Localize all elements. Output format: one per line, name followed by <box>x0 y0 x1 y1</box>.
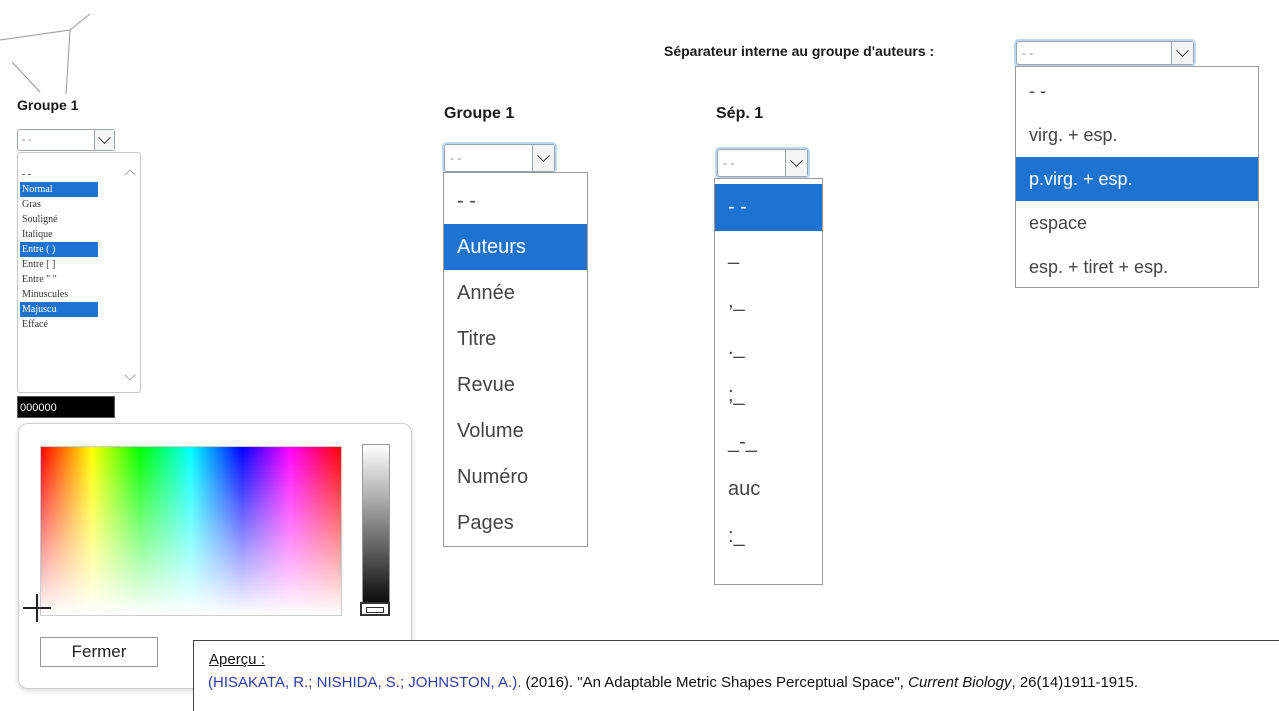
style-option[interactable]: Entre " " <box>20 272 104 287</box>
author-sep-option[interactable]: virg. + esp. <box>1016 113 1258 157</box>
style-option[interactable]: Gras <box>20 197 104 212</box>
author-sep-option[interactable]: esp. + tiret + esp. <box>1016 245 1258 289</box>
sep-option[interactable]: ;_ <box>715 372 822 419</box>
crosshair-icon[interactable] <box>23 594 51 622</box>
lightness-slider[interactable] <box>362 444 390 612</box>
author-sep-select-value: - - <box>1022 46 1034 60</box>
group-option[interactable]: Numéro <box>444 454 587 500</box>
sep-option[interactable]: - - <box>715 184 822 231</box>
close-picker-button[interactable]: Fermer <box>40 637 158 667</box>
author-sep-option[interactable]: espace <box>1016 201 1258 245</box>
group-dropdown-label: Groupe 1 <box>444 105 515 122</box>
style-option[interactable]: Majuscu <box>20 302 98 317</box>
author-sep-option[interactable]: - - <box>1016 69 1258 113</box>
group-select-value: - - <box>450 151 462 165</box>
chevron-down-icon <box>1171 42 1193 64</box>
color-spectrum[interactable] <box>40 446 342 616</box>
author-sep-options-list: - - virg. + esp. p.virg. + esp. espace esp. … <box>1015 66 1259 288</box>
group-option[interactable]: Auteurs <box>444 224 587 270</box>
group-options-list: - - Auteurs Année Titre Revue Volume Numéro Pag… <box>443 172 588 547</box>
left-group-label: Groupe 1 <box>17 97 79 113</box>
group-select[interactable]: - - <box>444 144 555 172</box>
chevron-down-icon <box>532 145 554 171</box>
sep-option[interactable]: _ <box>715 231 822 278</box>
style-option[interactable]: - - <box>20 167 104 182</box>
sep-options-list: - - _ ,_ ._ ;_ _-_ auc:_ <box>714 178 823 585</box>
sep-select-value: - - <box>723 156 735 170</box>
preview-volume-pages: , 26(14)1911-1915. <box>1011 674 1138 691</box>
style-option[interactable]: Italique <box>20 227 104 242</box>
chevron-down-icon <box>785 150 807 176</box>
author-sep-select[interactable]: - - <box>1016 41 1194 65</box>
corner-decoration <box>0 13 91 95</box>
group-option[interactable]: - - <box>444 178 587 224</box>
style-option[interactable]: Entre [ ] <box>20 257 104 272</box>
preview-title: Aperçu : <box>209 651 265 668</box>
style-option[interactable]: Minuscules <box>20 287 104 302</box>
style-option[interactable]: Effacé <box>20 317 104 332</box>
group-option[interactable]: Année <box>444 270 587 316</box>
left-group-select-value: - - <box>22 134 32 146</box>
sep-option[interactable]: ,_ <box>715 278 822 325</box>
preview-journal: Current Biology <box>908 674 1012 691</box>
style-option[interactable]: Entre ( ) <box>20 242 98 257</box>
sep-option[interactable]: :_ <box>715 513 822 560</box>
sep-option[interactable]: _-_ <box>715 419 822 466</box>
style-option[interactable]: Normal <box>20 182 98 197</box>
group-option[interactable]: Pages <box>444 500 587 546</box>
style-listbox-scrollbar[interactable] <box>120 153 140 392</box>
group-option[interactable]: Revue <box>444 362 587 408</box>
style-listbox[interactable]: - - Normal Gras Souligné Italique Entre ( ) En… <box>17 152 141 393</box>
author-sep-label: Séparateur interne au groupe d'auteurs : <box>664 43 935 59</box>
sep-dropdown-label: Sép. 1 <box>716 105 764 122</box>
author-sep-option[interactable]: p.virg. + esp. <box>1016 157 1258 201</box>
group-option[interactable]: Volume <box>444 408 587 454</box>
preview-panel: Aperçu : (HISAKATA, R.; NISHIDA, S.; JOH… <box>193 640 1279 711</box>
sep-select[interactable]: - - <box>717 149 808 177</box>
color-hex-input[interactable]: 000000 <box>17 396 115 418</box>
style-option[interactable]: Souligné <box>20 212 104 227</box>
left-group-select[interactable]: - - <box>17 129 115 151</box>
lightness-slider-handle[interactable] <box>360 602 390 616</box>
preview-authors: (HISAKATA, R.; NISHIDA, S.; JOHNSTON, A.… <box>208 674 522 691</box>
group-option[interactable]: Titre <box>444 316 587 362</box>
preview-year-title: (2016). "An Adaptable Metric Shapes Perc… <box>521 674 909 691</box>
preview-citation: (HISAKATA, R.; NISHIDA, S.; JOHNSTON, A.… <box>208 674 1138 691</box>
sep-option[interactable]: auc <box>715 466 822 513</box>
scroll-up-icon[interactable] <box>124 169 136 181</box>
sep-option[interactable]: ._ <box>715 325 822 372</box>
scroll-down-icon[interactable] <box>124 369 136 381</box>
chevron-down-icon <box>94 130 114 150</box>
